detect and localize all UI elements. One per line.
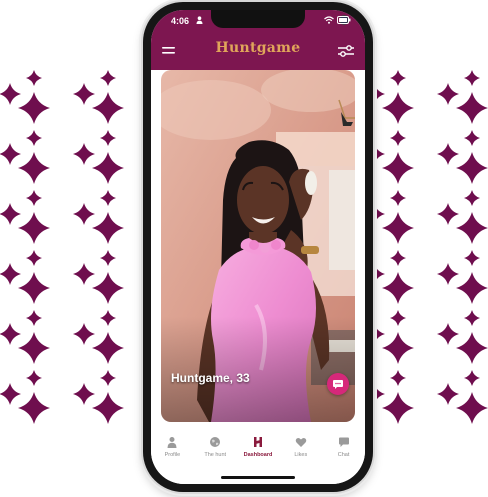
four-point-sparkle-icon xyxy=(26,310,42,326)
four-point-sparkle-icon xyxy=(390,190,406,206)
four-point-sparkle-icon xyxy=(382,272,414,304)
four-point-sparkle-icon xyxy=(390,250,406,266)
four-point-sparkle-icon xyxy=(92,152,124,184)
four-point-sparkle-icon xyxy=(26,190,42,206)
four-point-sparkle-icon xyxy=(73,323,95,345)
four-point-sparkle-icon xyxy=(92,272,124,304)
four-point-sparkle-icon xyxy=(464,310,480,326)
four-point-sparkle-icon xyxy=(100,370,116,386)
app-header: 4:06 Huntgame xyxy=(151,10,365,70)
four-point-sparkle-icon xyxy=(92,332,124,364)
profile-name-age: Huntgame, 33 xyxy=(171,371,250,385)
four-point-sparkle-icon xyxy=(456,332,488,364)
four-point-sparkle-icon xyxy=(18,152,50,184)
four-point-sparkle-icon xyxy=(464,190,480,206)
nav-item-chat[interactable]: Chat xyxy=(322,428,365,484)
four-point-sparkle-icon xyxy=(437,323,459,345)
four-point-sparkle-icon xyxy=(0,383,21,405)
person-icon xyxy=(167,437,177,448)
four-point-sparkle-icon xyxy=(73,383,95,405)
huntgame-h-logo-icon xyxy=(253,437,262,447)
phone-frame: 4:06 Huntgame Huntgame, 33 Profile The h… xyxy=(143,2,373,492)
four-point-sparkle-icon xyxy=(390,370,406,386)
four-point-sparkle-icon xyxy=(26,370,42,386)
app-screen: 4:06 Huntgame Huntgame, 33 Profile The h… xyxy=(151,10,365,484)
person-icon xyxy=(196,16,203,24)
four-point-sparkle-icon xyxy=(382,152,414,184)
four-point-sparkle-icon xyxy=(382,332,414,364)
four-point-sparkle-icon xyxy=(437,203,459,225)
four-point-sparkle-icon xyxy=(464,130,480,146)
nav-label-the-hunt: The hunt xyxy=(204,452,227,458)
four-point-sparkle-icon xyxy=(26,70,42,86)
nav-label-chat: Chat xyxy=(337,452,350,458)
four-point-sparkle-icon xyxy=(92,92,124,124)
brand-logo: Huntgame xyxy=(215,40,301,56)
four-point-sparkle-icon xyxy=(100,310,116,326)
four-point-sparkle-icon xyxy=(390,70,406,86)
globe-icon xyxy=(210,437,221,447)
four-point-sparkle-icon xyxy=(18,92,50,124)
four-point-sparkle-icon xyxy=(0,143,21,165)
nav-label-likes: Likes xyxy=(294,452,308,458)
wifi-icon xyxy=(324,16,334,24)
profile-photo xyxy=(161,70,355,422)
four-point-sparkle-icon xyxy=(456,392,488,424)
four-point-sparkle-icon xyxy=(73,83,95,105)
battery-icon xyxy=(337,16,351,24)
sliders-filter-icon[interactable] xyxy=(337,44,355,58)
four-point-sparkle-icon xyxy=(456,152,488,184)
status-time: 4:06 xyxy=(171,16,190,26)
four-point-sparkle-icon xyxy=(73,143,95,165)
four-point-sparkle-icon xyxy=(73,263,95,285)
four-point-sparkle-icon xyxy=(26,130,42,146)
four-point-sparkle-icon xyxy=(464,70,480,86)
four-point-sparkle-icon xyxy=(73,203,95,225)
four-point-sparkle-icon xyxy=(382,392,414,424)
four-point-sparkle-icon xyxy=(437,383,459,405)
four-point-sparkle-icon xyxy=(100,190,116,206)
phone-notch xyxy=(211,10,349,28)
four-point-sparkle-icon xyxy=(0,323,21,345)
four-point-sparkle-icon xyxy=(100,70,116,86)
four-point-sparkle-icon xyxy=(92,212,124,244)
four-point-sparkle-icon xyxy=(18,332,50,364)
four-point-sparkle-icon xyxy=(18,212,50,244)
four-point-sparkle-icon xyxy=(0,83,21,105)
chat-bubble-button[interactable] xyxy=(327,373,349,395)
four-point-sparkle-icon xyxy=(437,83,459,105)
four-point-sparkle-icon xyxy=(390,130,406,146)
four-point-sparkle-icon xyxy=(382,212,414,244)
four-point-sparkle-icon xyxy=(382,92,414,124)
four-point-sparkle-icon xyxy=(26,250,42,266)
nav-label-dashboard: Dashboard xyxy=(243,452,273,458)
home-indicator xyxy=(221,476,295,479)
four-point-sparkle-icon xyxy=(100,130,116,146)
chat-bubble-icon xyxy=(338,437,349,447)
four-point-sparkle-icon xyxy=(92,392,124,424)
four-point-sparkle-icon xyxy=(464,370,480,386)
four-point-sparkle-icon xyxy=(0,203,21,225)
nav-item-profile[interactable]: Profile xyxy=(151,428,194,484)
four-point-sparkle-icon xyxy=(0,263,21,285)
four-point-sparkle-icon xyxy=(456,272,488,304)
four-point-sparkle-icon xyxy=(437,143,459,165)
nav-label-profile: Profile xyxy=(164,452,181,458)
status-icons xyxy=(324,16,351,24)
four-point-sparkle-icon xyxy=(100,250,116,266)
four-point-sparkle-icon xyxy=(437,263,459,285)
chat-bubble-icon xyxy=(333,380,343,389)
four-point-sparkle-icon xyxy=(456,212,488,244)
four-point-sparkle-icon xyxy=(390,310,406,326)
four-point-sparkle-icon xyxy=(464,250,480,266)
profile-card[interactable]: Huntgame, 33 xyxy=(161,70,355,422)
heart-icon xyxy=(295,438,307,447)
four-point-sparkle-icon xyxy=(456,92,488,124)
four-point-sparkle-icon xyxy=(18,392,50,424)
four-point-sparkle-icon xyxy=(18,272,50,304)
